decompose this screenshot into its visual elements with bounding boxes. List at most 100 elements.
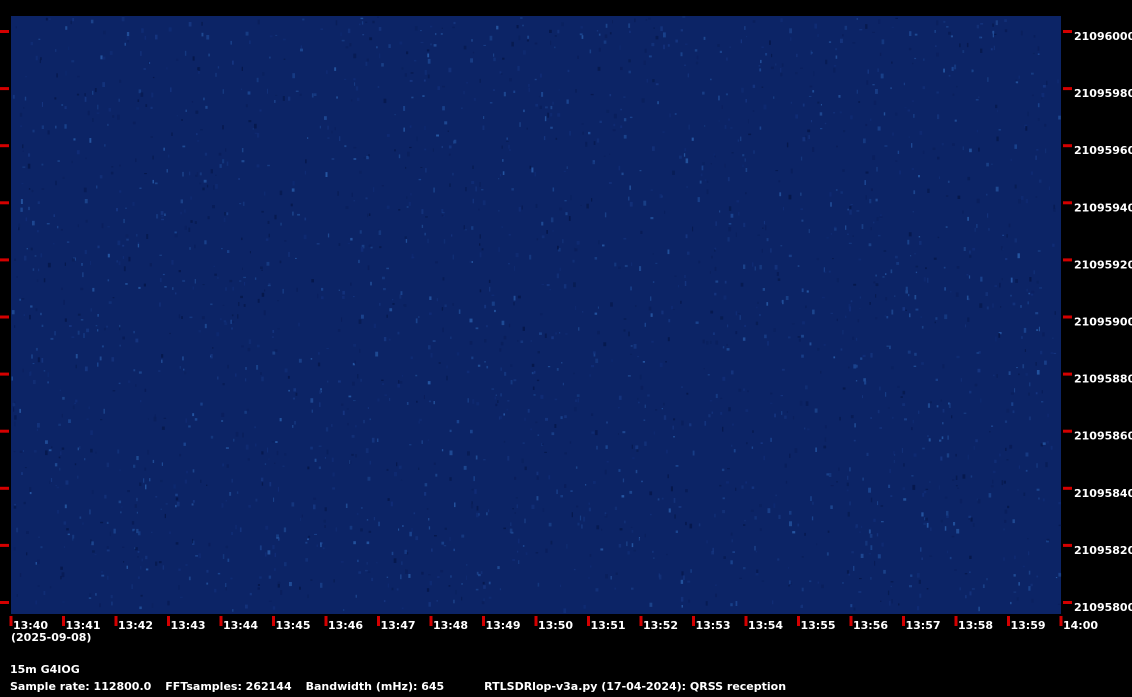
noise-speck bbox=[872, 31, 875, 33]
noise-speck bbox=[449, 536, 451, 541]
noise-speck bbox=[956, 266, 960, 269]
noise-speck bbox=[243, 304, 246, 307]
noise-speck bbox=[852, 42, 856, 44]
noise-speck bbox=[500, 393, 502, 397]
noise-speck bbox=[947, 180, 950, 183]
noise-speck bbox=[1025, 373, 1028, 376]
noise-speck bbox=[624, 264, 628, 268]
noise-speck bbox=[284, 562, 287, 567]
noise-speck bbox=[222, 383, 225, 386]
noise-speck bbox=[470, 58, 473, 63]
y-tick-label: 21095960 bbox=[1074, 144, 1132, 157]
noise-speck bbox=[726, 343, 729, 346]
noise-speck bbox=[761, 46, 764, 49]
noise-speck bbox=[275, 34, 278, 36]
noise-speck bbox=[139, 565, 142, 570]
noise-speck bbox=[927, 435, 929, 437]
noise-speck bbox=[680, 300, 682, 304]
noise-speck bbox=[260, 266, 263, 269]
noise-speck bbox=[197, 67, 199, 71]
noise-speck bbox=[550, 40, 552, 46]
noise-speck bbox=[672, 170, 675, 175]
noise-speck bbox=[681, 386, 683, 388]
noise-speck bbox=[860, 553, 864, 558]
noise-speck bbox=[938, 485, 940, 490]
noise-speck bbox=[172, 287, 174, 290]
noise-speck bbox=[53, 214, 55, 217]
noise-speck bbox=[663, 402, 665, 406]
noise-speck bbox=[383, 288, 386, 291]
noise-speck bbox=[745, 409, 749, 412]
noise-speck bbox=[222, 554, 225, 559]
noise-speck bbox=[792, 531, 796, 534]
noise-speck bbox=[272, 330, 275, 333]
noise-speck bbox=[1018, 373, 1020, 376]
noise-speck bbox=[409, 531, 412, 537]
noise-speck bbox=[522, 326, 525, 331]
noise-speck bbox=[653, 557, 655, 559]
noise-speck bbox=[730, 532, 733, 536]
noise-speck bbox=[695, 61, 699, 65]
noise-speck bbox=[965, 324, 967, 328]
noise-speck bbox=[809, 580, 812, 583]
noise-speck bbox=[388, 44, 391, 48]
noise-speck bbox=[74, 463, 77, 466]
noise-speck bbox=[283, 527, 287, 533]
noise-speck bbox=[528, 84, 530, 87]
noise-speck bbox=[97, 245, 100, 249]
noise-speck bbox=[22, 450, 24, 452]
noise-speck bbox=[969, 148, 972, 153]
noise-speck bbox=[381, 383, 385, 385]
noise-speck bbox=[219, 164, 222, 168]
noise-speck bbox=[908, 136, 910, 138]
noise-speck bbox=[618, 544, 622, 548]
noise-speck bbox=[870, 545, 873, 550]
noise-speck bbox=[92, 90, 94, 95]
noise-speck bbox=[82, 272, 84, 278]
noise-speck bbox=[877, 68, 879, 72]
noise-speck bbox=[709, 340, 712, 344]
noise-speck bbox=[274, 552, 276, 558]
noise-speck bbox=[139, 187, 142, 189]
noise-speck bbox=[401, 375, 403, 377]
noise-speck bbox=[923, 522, 926, 525]
noise-speck bbox=[30, 41, 33, 46]
noise-speck bbox=[870, 227, 872, 231]
noise-speck bbox=[545, 417, 548, 421]
noise-speck bbox=[533, 394, 536, 396]
noise-speck bbox=[229, 492, 232, 496]
noise-speck bbox=[634, 305, 637, 308]
noise-speck bbox=[111, 357, 115, 362]
noise-speck bbox=[456, 352, 460, 356]
noise-speck bbox=[911, 100, 914, 102]
noise-speck bbox=[631, 529, 634, 533]
noise-speck bbox=[90, 308, 92, 312]
noise-speck bbox=[830, 485, 834, 487]
noise-speck bbox=[800, 67, 803, 69]
noise-speck bbox=[303, 234, 307, 240]
noise-speck bbox=[557, 245, 559, 250]
noise-speck bbox=[121, 506, 123, 508]
noise-speck bbox=[738, 211, 740, 216]
noise-speck bbox=[998, 333, 1001, 338]
noise-speck bbox=[161, 354, 164, 358]
noise-speck bbox=[979, 303, 983, 308]
noise-speck bbox=[92, 118, 94, 122]
noise-speck bbox=[585, 141, 588, 147]
noise-speck bbox=[759, 126, 762, 130]
noise-speck bbox=[752, 84, 756, 88]
noise-speck bbox=[891, 26, 894, 28]
noise-speck bbox=[683, 575, 685, 580]
noise-speck bbox=[155, 561, 158, 566]
noise-speck bbox=[743, 222, 746, 228]
noise-speck bbox=[601, 528, 603, 531]
noise-speck bbox=[561, 362, 563, 364]
noise-speck bbox=[345, 206, 349, 210]
noise-speck bbox=[515, 497, 518, 499]
noise-speck bbox=[418, 316, 420, 318]
noise-speck bbox=[951, 535, 955, 538]
noise-speck bbox=[726, 481, 729, 484]
noise-speck bbox=[650, 513, 652, 516]
noise-speck bbox=[674, 514, 676, 519]
noise-speck bbox=[272, 606, 276, 610]
